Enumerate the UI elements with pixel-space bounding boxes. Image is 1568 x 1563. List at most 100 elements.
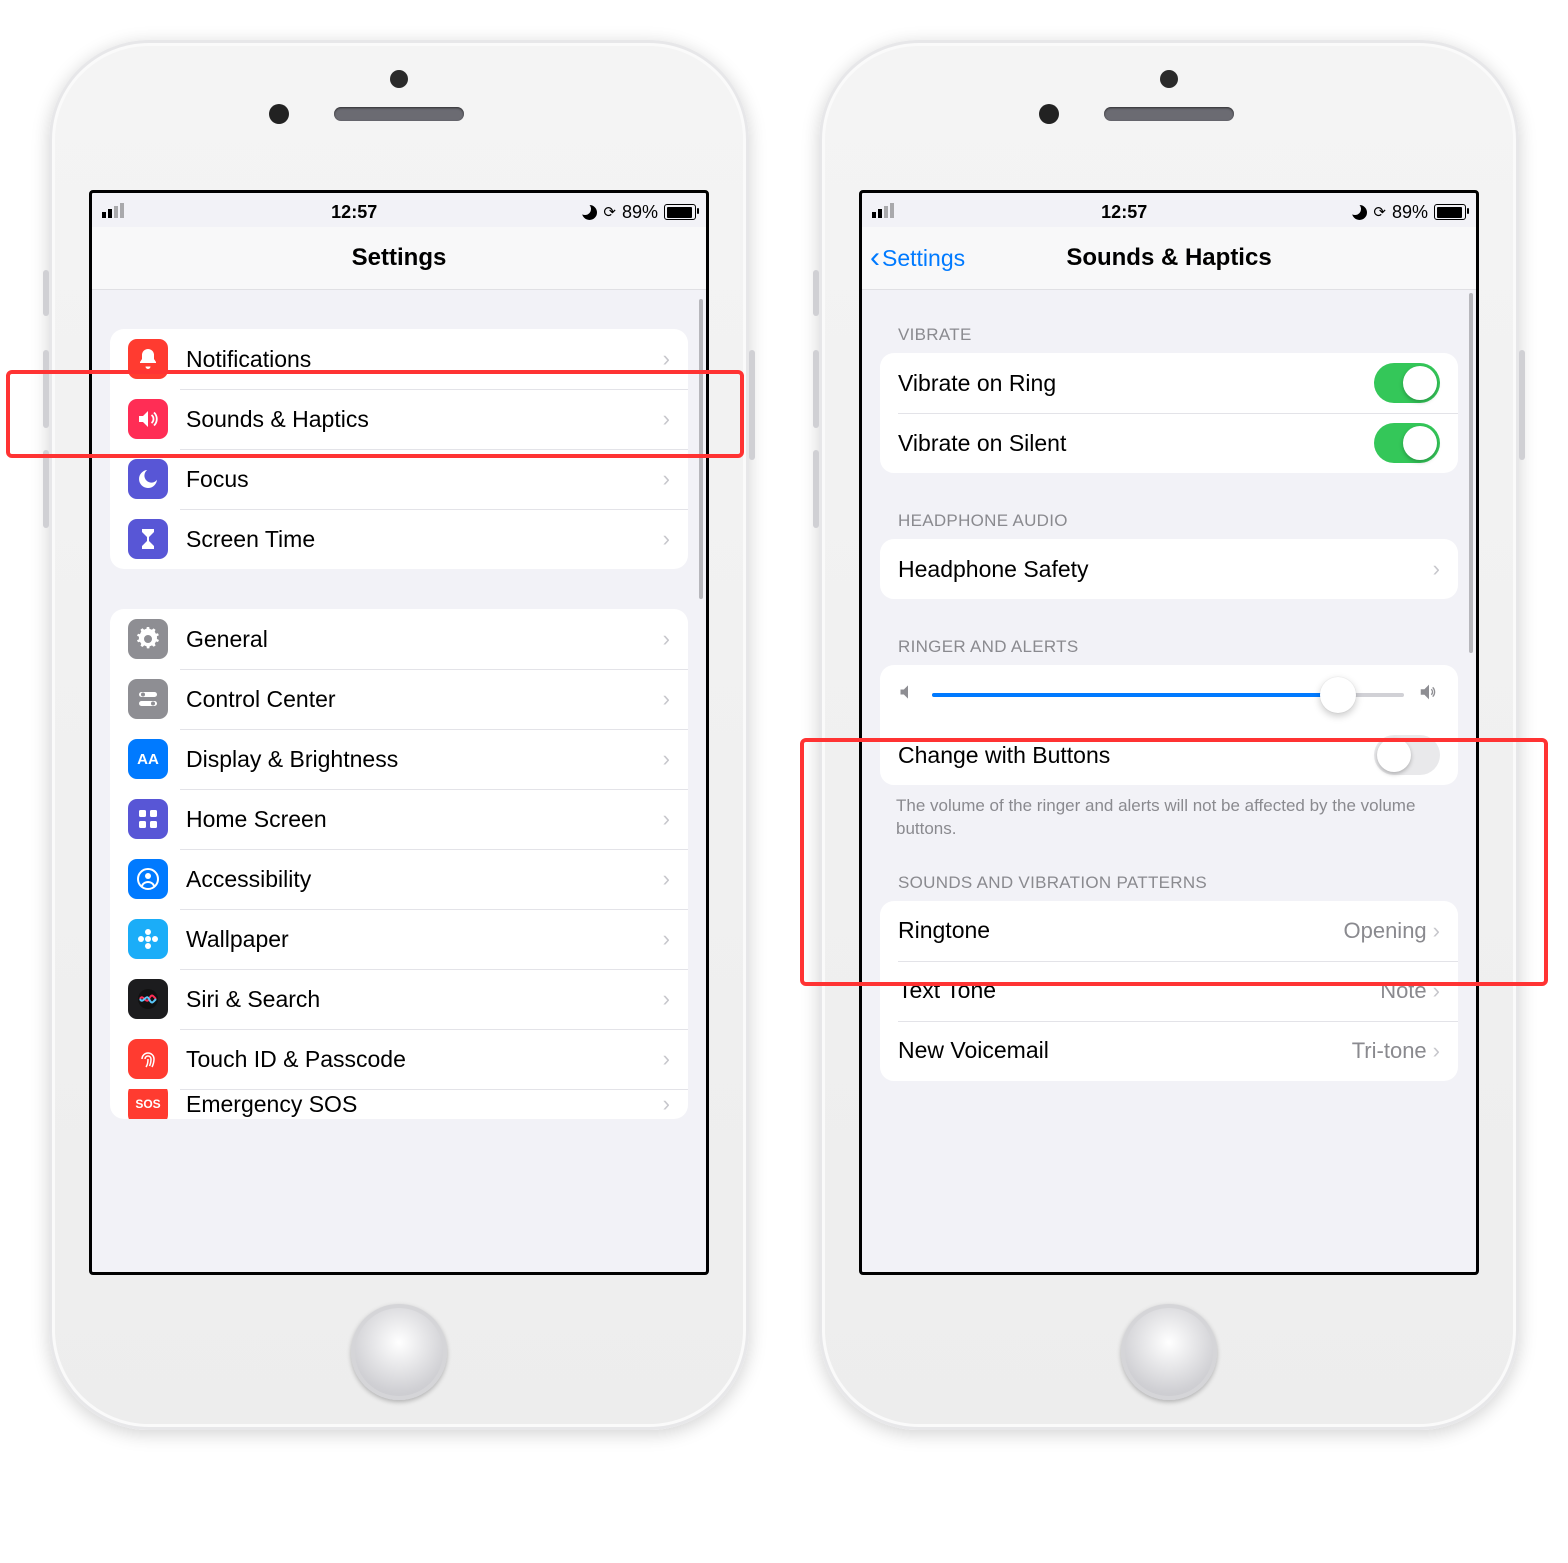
side-power — [1519, 350, 1525, 460]
status-time: 12:57 — [331, 202, 377, 223]
row-text-tone[interactable]: Text ToneNote› — [880, 961, 1458, 1021]
row-label: Vibrate on Silent — [898, 430, 1374, 457]
row-accessibility[interactable]: Accessibility› — [110, 849, 688, 909]
row-homescreen[interactable]: Home Screen› — [110, 789, 688, 849]
chevron-right-icon: › — [663, 1091, 670, 1117]
row-value: Tri-tone — [1352, 1038, 1427, 1064]
battery-icon — [1434, 204, 1466, 220]
row-label: Home Screen — [186, 806, 663, 833]
row-sounds[interactable]: Sounds & Haptics› — [110, 389, 688, 449]
section-header-headphone: HEADPHONE AUDIO — [862, 501, 1476, 539]
person-icon — [128, 859, 168, 899]
row-label: Ringtone — [898, 917, 1343, 944]
toggle[interactable] — [1374, 363, 1440, 403]
section-header-patterns: SOUNDS AND VIBRATION PATTERNS — [862, 863, 1476, 901]
row-focus[interactable]: Focus› — [110, 449, 688, 509]
row-screentime[interactable]: Screen Time› — [110, 509, 688, 569]
row-label: Emergency SOS — [186, 1091, 663, 1118]
speaker-high-icon — [1418, 681, 1440, 709]
section-header-ringer: RINGER AND ALERTS — [862, 627, 1476, 665]
side-mute-switch — [43, 270, 49, 316]
ringer-volume-slider[interactable] — [932, 693, 1404, 697]
side-volume-up — [813, 350, 819, 428]
row-label: Screen Time — [186, 526, 663, 553]
back-button[interactable]: ‹ Settings — [870, 241, 965, 275]
row-label: Display & Brightness — [186, 746, 663, 773]
navbar-left: Settings — [92, 227, 706, 290]
row-label: Focus — [186, 466, 663, 493]
row-display[interactable]: AADisplay & Brightness› — [110, 729, 688, 789]
phone-left: 12:57 ⟳ 89% Settings — [49, 40, 749, 1430]
side-mute-switch — [813, 270, 819, 316]
row-label: Text Tone — [898, 977, 1380, 1004]
fingerprint-icon — [128, 1039, 168, 1079]
row-label: New Voicemail — [898, 1037, 1352, 1064]
chevron-right-icon: › — [663, 466, 670, 492]
home-button[interactable] — [1121, 1304, 1217, 1400]
row-touchid[interactable]: Touch ID & Passcode› — [110, 1029, 688, 1089]
row-label: Siri & Search — [186, 986, 663, 1013]
dnd-moon-icon — [1352, 205, 1367, 220]
side-volume-down — [43, 450, 49, 528]
row-general[interactable]: General› — [110, 609, 688, 669]
row-label: Accessibility — [186, 866, 663, 893]
chevron-right-icon: › — [663, 1046, 670, 1072]
chevron-right-icon: › — [663, 626, 670, 652]
chevron-right-icon: › — [1433, 918, 1440, 944]
sos-icon: SOS — [128, 1089, 168, 1119]
toggle-change-with-buttons[interactable] — [1374, 735, 1440, 775]
scrollbar[interactable] — [1469, 293, 1473, 653]
row-notifications[interactable]: Notifications› — [110, 329, 688, 389]
dnd-moon-icon — [582, 205, 597, 220]
home-button[interactable] — [351, 1304, 447, 1400]
proximity-sensor — [390, 70, 408, 88]
row-value: Note — [1380, 978, 1426, 1004]
row-siri[interactable]: Siri & Search› — [110, 969, 688, 1029]
page-title: Settings — [352, 244, 447, 272]
screen-left: 12:57 ⟳ 89% Settings — [89, 190, 709, 1275]
gear-icon — [128, 619, 168, 659]
orientation-lock-icon: ⟳ — [1373, 203, 1386, 221]
chevron-left-icon: ‹ — [870, 241, 880, 275]
side-volume-down — [813, 450, 819, 528]
chevron-right-icon: › — [663, 926, 670, 952]
row-headphone-safety[interactable]: Headphone Safety› — [880, 539, 1458, 599]
scrollbar[interactable] — [699, 299, 703, 599]
back-label: Settings — [882, 245, 965, 272]
ringer-slider-row — [880, 665, 1458, 725]
proximity-sensor — [1160, 70, 1178, 88]
battery-icon — [664, 204, 696, 220]
row-change-with-buttons[interactable]: Change with Buttons — [880, 725, 1458, 785]
chevron-right-icon: › — [663, 346, 670, 372]
status-bar: 12:57 ⟳ 89% — [92, 193, 706, 227]
row-controlcenter[interactable]: Control Center› — [110, 669, 688, 729]
signal-icon — [872, 202, 896, 223]
toggle[interactable] — [1374, 423, 1440, 463]
row-vibrate-on-ring[interactable]: Vibrate on Ring — [880, 353, 1458, 413]
AA-icon: AA — [128, 739, 168, 779]
chevron-right-icon: › — [663, 406, 670, 432]
screen-right: 12:57 ⟳ 89% ‹ Settings Soun — [859, 190, 1479, 1275]
row-value: Opening — [1343, 918, 1426, 944]
row-label: Wallpaper — [186, 926, 663, 953]
navbar-right: ‹ Settings Sounds & Haptics — [862, 227, 1476, 290]
row-sos[interactable]: SOS Emergency SOS› — [110, 1089, 688, 1119]
orientation-lock-icon: ⟳ — [603, 203, 616, 221]
speaker-low-icon — [898, 682, 918, 708]
row-wallpaper[interactable]: Wallpaper› — [110, 909, 688, 969]
siri-icon — [128, 979, 168, 1019]
row-new-voicemail[interactable]: New VoicemailTri-tone› — [880, 1021, 1458, 1081]
flower-icon — [128, 919, 168, 959]
section-header-vibrate: VIBRATE — [862, 315, 1476, 353]
front-camera — [1039, 104, 1059, 124]
earpiece — [1104, 107, 1234, 121]
row-label: Sounds & Haptics — [186, 406, 663, 433]
row-ringtone[interactable]: RingtoneOpening › — [880, 901, 1458, 961]
speaker-icon — [128, 399, 168, 439]
chevron-right-icon: › — [1433, 556, 1440, 582]
section-footer-ringer: The volume of the ringer and alerts will… — [862, 785, 1476, 851]
status-time: 12:57 — [1101, 202, 1147, 223]
chevron-right-icon: › — [663, 806, 670, 832]
earpiece — [334, 107, 464, 121]
row-vibrate-on-silent[interactable]: Vibrate on Silent — [880, 413, 1458, 473]
